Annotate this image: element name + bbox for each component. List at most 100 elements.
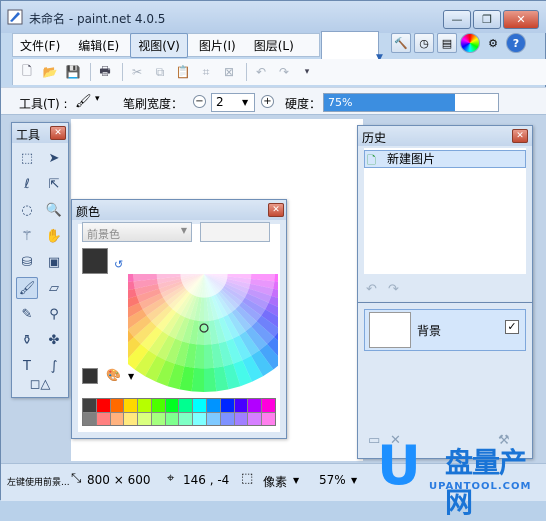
- zoom-icon[interactable]: 🔍: [43, 199, 65, 221]
- palette-swatch[interactable]: [151, 399, 165, 412]
- cursor-position: 146 , -4: [183, 473, 230, 487]
- paint-bucket-icon[interactable]: ⛁: [16, 251, 38, 273]
- history-item[interactable]: 新建图片: [364, 150, 526, 168]
- redo-icon[interactable]: ↷: [274, 62, 294, 82]
- menu-edit[interactable]: 编辑(E): [71, 34, 126, 57]
- tool-dropdown-icon[interactable]: ▾: [95, 94, 111, 110]
- palette-swatch[interactable]: [262, 399, 275, 412]
- history-undo-icon[interactable]: ↶: [366, 282, 377, 297]
- help-icon[interactable]: ?: [506, 33, 526, 53]
- palette-swatch[interactable]: [110, 412, 124, 425]
- tools-window-toggle-icon[interactable]: 🔨: [391, 33, 411, 53]
- palette-swatch[interactable]: [193, 412, 207, 425]
- maximize-button[interactable]: ❐: [473, 10, 501, 29]
- history-redo-icon[interactable]: ↷: [388, 282, 399, 297]
- palette-swatch[interactable]: [151, 412, 165, 425]
- menu-image[interactable]: 图片(I): [192, 34, 243, 57]
- gradient-icon[interactable]: ▣: [43, 251, 65, 273]
- swap-colors-icon[interactable]: ↺: [114, 258, 123, 271]
- clone-stamp-icon[interactable]: ⚱: [16, 329, 38, 351]
- toolbar-overflow-icon[interactable]: ▾: [297, 62, 317, 82]
- palette-swatch[interactable]: [96, 412, 110, 425]
- ellipse-select-icon[interactable]: ◌: [16, 199, 38, 221]
- hardness-slider[interactable]: 75%: [323, 93, 499, 112]
- history-panel-close-icon[interactable]: ✕: [512, 129, 528, 143]
- pencil-icon[interactable]: ✎: [16, 303, 38, 325]
- palette-swatch[interactable]: [248, 412, 262, 425]
- open-icon[interactable]: 📂: [40, 62, 60, 82]
- print-icon[interactable]: 🖶: [95, 62, 115, 82]
- palette-swatch[interactable]: [220, 412, 234, 425]
- settings-gear-icon[interactable]: ⚙: [483, 33, 503, 53]
- new-image-icon[interactable]: 🗋: [17, 62, 37, 82]
- minimize-button[interactable]: —: [443, 10, 471, 29]
- palette-swatch[interactable]: [220, 399, 234, 412]
- brush-width-decrease-button[interactable]: −: [193, 95, 206, 108]
- crop-icon[interactable]: ⌗: [196, 62, 216, 82]
- shapes-icon[interactable]: ◻△: [29, 373, 51, 395]
- brush-width-input[interactable]: 2: [211, 93, 255, 112]
- menu-view[interactable]: 视图(V): [130, 32, 188, 58]
- palette-swatch[interactable]: [138, 412, 151, 425]
- zoom-dropdown-icon[interactable]: ▼: [351, 476, 357, 485]
- eraser-icon[interactable]: ▱: [43, 277, 65, 299]
- copy-icon[interactable]: ⧉: [150, 62, 170, 82]
- primary-color-swatch[interactable]: [82, 248, 108, 274]
- brush-width-dropdown-icon[interactable]: ▼: [242, 98, 248, 107]
- palette-swatch[interactable]: [193, 399, 207, 412]
- current-tool-paintbrush-icon[interactable]: 🖌: [75, 94, 92, 110]
- layer-visibility-checkbox[interactable]: ✓: [505, 320, 519, 334]
- close-button[interactable]: ✕: [503, 10, 539, 29]
- cut-icon[interactable]: ✂: [127, 62, 147, 82]
- palette-swatch[interactable]: [124, 412, 138, 425]
- palette-swatch[interactable]: [83, 412, 96, 425]
- secondary-color-swatch[interactable]: [82, 368, 98, 384]
- unit-dropdown-icon[interactable]: ▼: [293, 476, 299, 485]
- menu-layers[interactable]: 图层(L): [247, 34, 301, 57]
- unit-select[interactable]: 像素: [263, 473, 287, 490]
- palette-swatch[interactable]: [207, 399, 220, 412]
- palette-swatch[interactable]: [234, 399, 248, 412]
- paintbrush-icon[interactable]: 🖌: [16, 277, 38, 299]
- tools-panel-close-icon[interactable]: ✕: [50, 126, 66, 140]
- palette-swatch[interactable]: [96, 399, 110, 412]
- brush-width-increase-button[interactable]: +: [261, 95, 274, 108]
- color-target-select[interactable]: 前景色 ▼: [82, 222, 192, 242]
- palette-swatch[interactable]: [124, 399, 138, 412]
- pan-hand-icon[interactable]: ✋: [43, 225, 65, 247]
- palette-swatch[interactable]: [179, 399, 193, 412]
- palette-swatch[interactable]: [138, 399, 151, 412]
- colors-panel-close-icon[interactable]: ✕: [268, 203, 284, 217]
- palette-swatch[interactable]: [110, 399, 124, 412]
- zoom-level[interactable]: 57%: [319, 473, 346, 487]
- move-selection-icon[interactable]: ⇱: [43, 173, 65, 195]
- move-selected-icon[interactable]: ➤: [43, 147, 65, 169]
- palette-swatch[interactable]: [179, 412, 193, 425]
- palette-swatch[interactable]: [262, 412, 275, 425]
- more-colors-button[interactable]: [200, 222, 270, 242]
- colors-window-toggle-icon[interactable]: [460, 33, 480, 53]
- magic-wand-icon[interactable]: ⚚: [16, 225, 38, 247]
- rectangle-select-icon[interactable]: ⬚: [16, 147, 38, 169]
- undo-icon[interactable]: ↶: [251, 62, 271, 82]
- palette-swatch[interactable]: [248, 399, 262, 412]
- tools-panel-title-bar: 工具 ✕: [12, 123, 68, 143]
- palette-swatch[interactable]: [83, 399, 96, 412]
- palette-swatch[interactable]: [165, 412, 179, 425]
- color-picker-icon[interactable]: ⚲: [43, 303, 65, 325]
- layers-window-toggle-icon[interactable]: ▤: [437, 33, 457, 53]
- layer-row[interactable]: 背景 ✓: [364, 309, 526, 351]
- recolor-icon[interactable]: ✤: [43, 329, 65, 351]
- palette-swatch[interactable]: [234, 412, 248, 425]
- lasso-select-icon[interactable]: ℓ: [16, 173, 38, 195]
- save-icon[interactable]: 💾: [63, 62, 83, 82]
- palette-swatch[interactable]: [165, 399, 179, 412]
- color-wheel[interactable]: [128, 264, 278, 394]
- palette-add-icon[interactable]: 🎨: [106, 368, 121, 382]
- history-window-toggle-icon[interactable]: ◷: [414, 33, 434, 53]
- paste-icon[interactable]: 📋: [173, 62, 193, 82]
- menu-file[interactable]: 文件(F): [13, 34, 67, 57]
- deselect-icon[interactable]: ⊠: [219, 62, 239, 82]
- palette-swatch[interactable]: [207, 412, 220, 425]
- palette-menu-icon[interactable]: ▼: [128, 372, 134, 381]
